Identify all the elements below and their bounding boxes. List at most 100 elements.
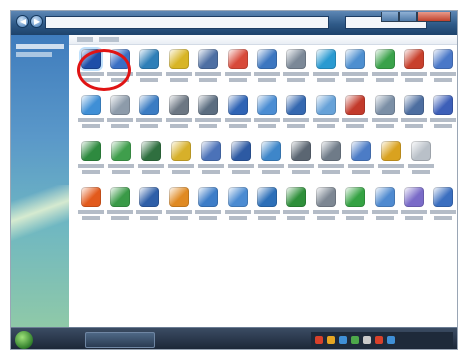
applet-icon	[80, 187, 101, 207]
applet-label-line2	[81, 216, 100, 220]
tray-icon[interactable]	[339, 336, 347, 344]
back-button[interactable]: ◀	[16, 15, 29, 28]
control-panel-item[interactable]	[342, 187, 369, 227]
control-panel-item[interactable]	[106, 187, 134, 227]
control-panel-item[interactable]	[371, 95, 398, 135]
notification-area	[311, 332, 453, 348]
control-panel-item[interactable]	[165, 95, 192, 135]
applet-icon	[110, 95, 131, 115]
control-panel-item[interactable]	[400, 95, 427, 135]
applet-icon	[139, 49, 160, 69]
tray-icon[interactable]	[387, 336, 395, 344]
applet-label-line2	[404, 78, 423, 82]
applet-icon	[198, 187, 219, 207]
control-panel-item[interactable]	[347, 141, 375, 181]
control-panel-item[interactable]	[257, 141, 285, 181]
applet-label	[348, 164, 374, 168]
applet-icon	[374, 95, 395, 115]
control-panel-item[interactable]	[312, 49, 339, 89]
tray-icon[interactable]	[375, 336, 383, 344]
column-header-name[interactable]	[77, 37, 93, 42]
control-panel-item[interactable]	[283, 95, 310, 135]
applet-label	[195, 118, 222, 122]
control-panel-item[interactable]	[77, 95, 104, 135]
tray-icon[interactable]	[363, 336, 371, 344]
applet-icon	[403, 187, 424, 207]
control-panel-item[interactable]	[195, 49, 222, 89]
applet-label-line2	[169, 78, 188, 82]
applet-label	[371, 118, 398, 122]
back-arrow-icon: ◀	[20, 17, 27, 26]
control-panel-items	[77, 49, 457, 233]
control-panel-item[interactable]	[106, 95, 134, 135]
applet-label-line2	[434, 216, 453, 220]
maximize-button[interactable]	[399, 12, 417, 22]
control-panel-item[interactable]	[407, 141, 435, 181]
control-panel-item[interactable]	[195, 95, 222, 135]
control-panel-item[interactable]	[283, 49, 310, 89]
forward-button[interactable]: ▶	[30, 15, 43, 28]
control-panel-item[interactable]	[371, 187, 398, 227]
control-panel-item[interactable]	[400, 187, 427, 227]
minimize-button[interactable]	[381, 12, 399, 22]
control-panel-item[interactable]	[136, 187, 163, 227]
control-panel-item[interactable]	[165, 187, 192, 227]
taskbar-window-button[interactable]	[85, 332, 155, 348]
applet-icon	[411, 141, 431, 161]
control-panel-item[interactable]	[312, 187, 339, 227]
control-panel-item[interactable]	[317, 141, 345, 181]
close-button[interactable]	[417, 12, 451, 22]
control-panel-item[interactable]	[287, 141, 315, 181]
control-panel-item[interactable]	[312, 95, 339, 135]
address-bar[interactable]	[45, 16, 329, 29]
control-panel-item[interactable]	[165, 49, 192, 89]
sidebar-link[interactable]	[16, 44, 64, 49]
control-panel-item[interactable]	[283, 187, 310, 227]
applet-icon	[345, 49, 366, 69]
control-panel-item[interactable]	[137, 141, 165, 181]
applet-label	[283, 118, 310, 122]
control-panel-item[interactable]	[107, 141, 135, 181]
tray-icon[interactable]	[315, 336, 323, 344]
applet-label-line2	[111, 216, 130, 220]
control-panel-item[interactable]	[224, 187, 251, 227]
column-header-category[interactable]	[99, 37, 119, 42]
control-panel-item[interactable]	[167, 141, 195, 181]
control-panel-item[interactable]	[377, 141, 405, 181]
applet-label	[254, 118, 281, 122]
start-button[interactable]	[15, 331, 33, 349]
applet-label	[165, 72, 192, 76]
applet-icon	[433, 49, 454, 69]
sidebar-link[interactable]	[16, 52, 52, 57]
control-panel-item[interactable]	[253, 49, 281, 89]
applet-label-line2	[375, 124, 394, 128]
control-panel-item[interactable]	[430, 95, 457, 135]
control-panel-item[interactable]	[253, 95, 281, 135]
control-panel-item[interactable]	[342, 95, 369, 135]
applet-icon	[168, 95, 189, 115]
control-panel-item[interactable]	[197, 141, 225, 181]
control-panel-item[interactable]	[224, 49, 251, 89]
applet-label-line2	[287, 78, 306, 82]
control-panel-item[interactable]	[77, 141, 105, 181]
tray-icon[interactable]	[327, 336, 335, 344]
applet-icon	[291, 141, 311, 161]
control-panel-item[interactable]	[253, 187, 281, 227]
control-panel-item[interactable]	[195, 187, 222, 227]
control-panel-item[interactable]	[371, 49, 398, 89]
sidebar	[11, 35, 69, 327]
applet-icon	[201, 141, 221, 161]
control-panel-item[interactable]	[227, 141, 255, 181]
control-panel-item[interactable]	[342, 49, 369, 89]
tray-icon[interactable]	[351, 336, 359, 344]
control-panel-item[interactable]	[224, 95, 251, 135]
applet-icon	[261, 141, 281, 161]
control-panel-item[interactable]	[136, 95, 163, 135]
control-panel-item[interactable]	[400, 49, 427, 89]
control-panel-item[interactable]	[430, 187, 457, 227]
control-panel-item[interactable]	[77, 187, 104, 227]
control-panel-item[interactable]	[136, 49, 163, 89]
applet-label-line2	[287, 216, 306, 220]
applet-label-line2	[375, 216, 394, 220]
control-panel-item[interactable]	[430, 49, 457, 89]
